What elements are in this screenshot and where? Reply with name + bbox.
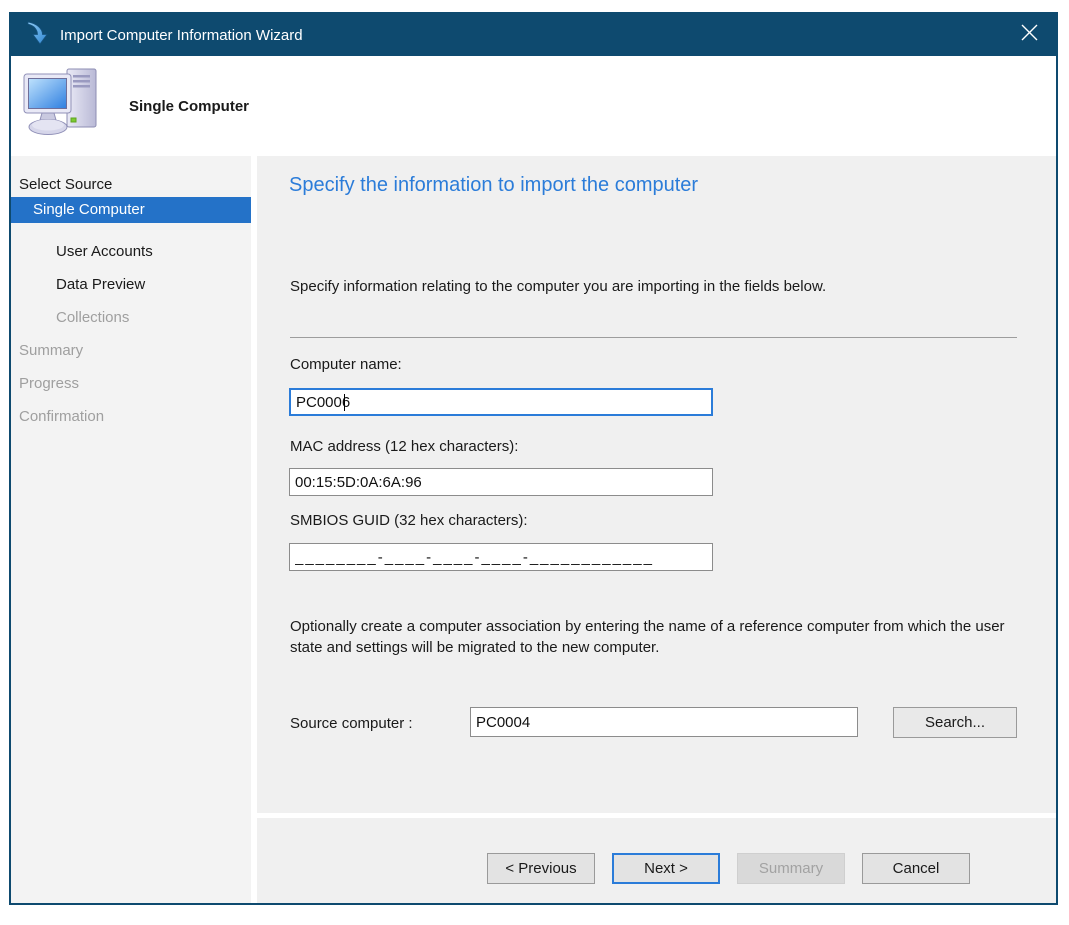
next-button[interactable]: Next > <box>612 853 720 884</box>
computer-name-label: Computer name: <box>290 356 402 373</box>
close-button[interactable] <box>1012 19 1046 51</box>
section-separator <box>290 337 1017 338</box>
search-button[interactable]: Search... <box>893 707 1017 738</box>
sidebar-item-single-computer[interactable]: Single Computer <box>11 197 251 223</box>
window-title: Import Computer Information Wizard <box>60 27 303 44</box>
wizard-arrow-icon <box>26 20 49 51</box>
titlebar: Import Computer Information Wizard <box>11 14 1056 56</box>
wizard-content-pane: Specify the information to import the co… <box>257 156 1056 813</box>
smbios-guid-label: SMBIOS GUID (32 hex characters): <box>290 512 528 529</box>
import-computer-wizard-dialog: Import Computer Information Wizard <box>9 12 1058 905</box>
page-title: Single Computer <box>129 98 249 115</box>
wizard-body: Select Source Single Computer User Accou… <box>11 156 1056 903</box>
text-caret <box>344 394 345 411</box>
sidebar-item-confirmation: Confirmation <box>19 407 104 427</box>
cancel-button[interactable]: Cancel <box>862 853 970 884</box>
sidebar-item-data-preview[interactable]: Data Preview <box>56 275 145 295</box>
previous-button[interactable]: < Previous <box>487 853 595 884</box>
mac-address-label: MAC address (12 hex characters): <box>290 438 518 455</box>
sidebar-item-progress: Progress <box>19 374 79 394</box>
sidebar-item-collections: Collections <box>56 308 129 328</box>
association-note: Optionally create a computer association… <box>290 616 1008 658</box>
content-heading: Specify the information to import the co… <box>289 174 698 197</box>
wizard-footer: < Previous Next > Summary Cancel <box>257 818 1056 903</box>
source-computer-label: Source computer : <box>290 715 413 732</box>
desktop-background: Import Computer Information Wizard <box>0 0 1069 925</box>
summary-button: Summary <box>737 853 845 884</box>
wizard-header: Single Computer <box>11 56 1056 156</box>
wizard-step-sidebar: Select Source Single Computer User Accou… <box>11 156 251 903</box>
sidebar-item-user-accounts[interactable]: User Accounts <box>56 242 153 262</box>
mac-address-input[interactable] <box>289 468 713 496</box>
source-computer-input[interactable] <box>470 707 858 737</box>
smbios-guid-input[interactable] <box>289 543 713 571</box>
sidebar-item-select-source[interactable]: Select Source <box>19 175 112 195</box>
content-intro-text: Specify information relating to the comp… <box>290 278 826 295</box>
computer-icon <box>22 65 104 148</box>
close-icon <box>1021 24 1038 46</box>
sidebar-item-summary: Summary <box>19 341 83 361</box>
computer-name-input[interactable] <box>289 388 713 416</box>
